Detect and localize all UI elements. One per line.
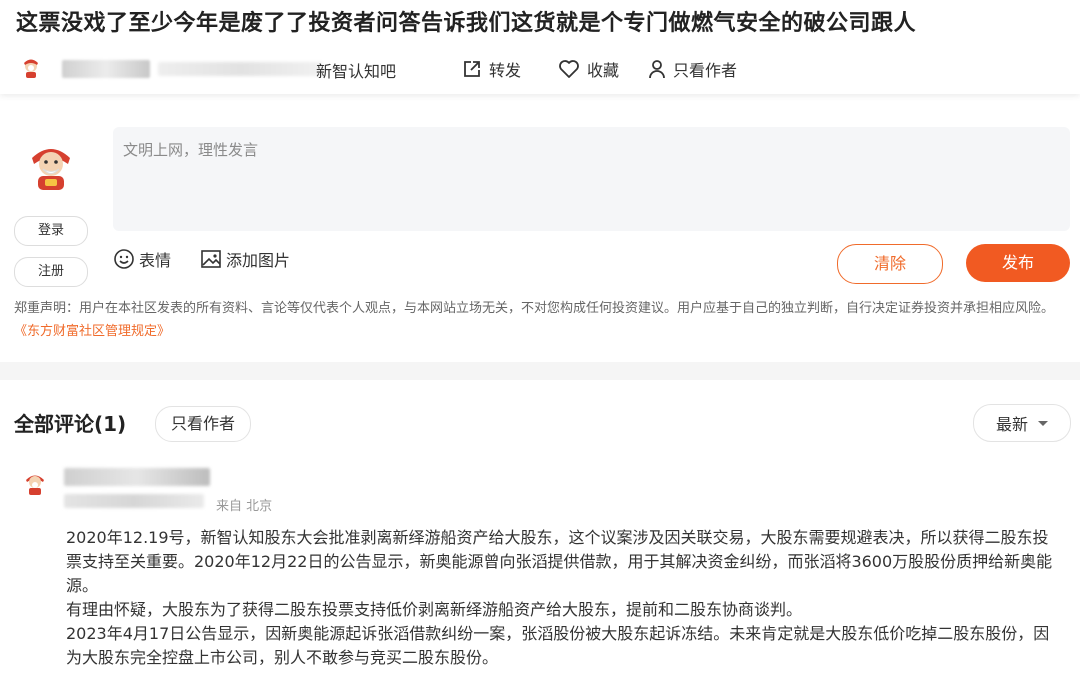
comment-location: 来自 北京 (216, 499, 273, 514)
comment-input[interactable]: 文明上网，理性发言 (113, 127, 1070, 231)
emoji-button[interactable]: 表情 (113, 247, 171, 271)
comment-paragraph: 2023年4月17日公告显示，因新奥能源起诉张滔借款纠纷一案，张滔股份被大股东起… (66, 624, 1050, 667)
disclaimer-text: 郑重声明：用户在本社区发表的所有资料、言论等仅代表个人观点，与本网站立场无关，不… (14, 301, 1055, 316)
register-button[interactable]: 注册 (14, 257, 88, 287)
comment-paragraph: 2020年12.19号，新智认知股东大会批准剥离新绎游船资产给大股东，这个议案涉… (66, 528, 1053, 595)
post-time-redacted (158, 62, 323, 76)
add-image-button[interactable]: 添加图片 (200, 247, 290, 271)
share-button[interactable]: 转发 (462, 57, 521, 81)
disclaimer: 郑重声明：用户在本社区发表的所有资料、言论等仅代表个人观点，与本网站立场无关，不… (14, 297, 1070, 343)
default-avatar-icon (32, 149, 70, 190)
sort-label: 最新 (995, 415, 1028, 434)
forum-link[interactable]: 新智认知吧 (316, 58, 396, 82)
heart-icon (559, 60, 579, 78)
favorite-label: 收藏 (587, 61, 620, 80)
post-meta: 新智认知吧 转发 收藏 只看作者 (18, 57, 1068, 81)
commenter-name-redacted (64, 468, 210, 486)
author-avatar-icon[interactable] (20, 57, 42, 79)
emoji-label: 表情 (139, 251, 172, 270)
author-only-button[interactable]: 只看作者 (648, 57, 737, 81)
post-header: 这票没戏了至少今年是废了了投资者问答告诉我们这货就是个专门做燃气安全的破公司跟人… (0, 0, 1080, 94)
add-image-label: 添加图片 (226, 251, 291, 270)
comment-body: 2020年12.19号，新智认知股东大会批准剥离新绎游船资产给大股东，这个议案涉… (66, 526, 1056, 670)
publish-button[interactable]: 发布 (966, 244, 1070, 282)
share-icon (464, 61, 480, 77)
image-icon (201, 250, 221, 268)
author-only-label: 只看作者 (673, 61, 738, 80)
commenter-avatar-icon[interactable] (22, 470, 48, 496)
login-button[interactable]: 登录 (14, 216, 88, 246)
comment-paragraph: 有理由怀疑，大股东为了获得二股东投票支持低价剥离新绎游船资产给大股东，提前和二股… (66, 600, 803, 619)
comments-title: 全部评论(1) (14, 412, 127, 436)
comment-placeholder: 文明上网，理性发言 (123, 141, 259, 159)
share-label: 转发 (489, 61, 522, 80)
smiley-icon (114, 249, 134, 269)
comment-time-redacted (64, 494, 204, 508)
community-rules-link[interactable]: 《东方财富社区管理规定》 (14, 324, 170, 339)
comments-author-only-button[interactable]: 只看作者 (155, 406, 251, 442)
favorite-button[interactable]: 收藏 (558, 57, 619, 81)
section-divider (0, 362, 1080, 380)
clear-button[interactable]: 清除 (837, 244, 943, 284)
sort-dropdown[interactable]: 最新 (973, 404, 1071, 442)
user-icon (649, 60, 665, 79)
author-name-redacted (62, 60, 150, 78)
chevron-down-icon (1038, 420, 1048, 426)
post-title: 这票没戏了至少今年是废了了投资者问答告诉我们这货就是个专门做燃气安全的破公司跟人 (16, 11, 917, 36)
